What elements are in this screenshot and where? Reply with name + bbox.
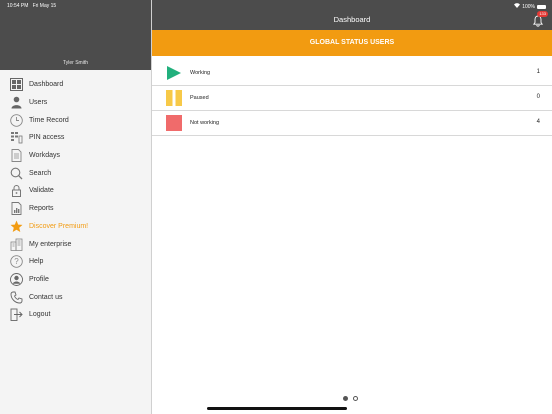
sidebar-item-my-enterprise[interactable]: My enterprise: [0, 235, 151, 253]
help-icon: ?: [10, 255, 23, 268]
sidebar-item-label: Search: [29, 169, 52, 177]
profile-icon: [10, 272, 23, 286]
sidebar-item-label: My enterprise: [29, 240, 72, 248]
status-row-working[interactable]: Working 1: [152, 61, 552, 86]
status-bar-right: 100%: [514, 3, 546, 10]
keypad-icon: [10, 131, 23, 144]
main-content: 100% Dashboard 133 GLOBAL STATUS USERS W…: [152, 0, 552, 414]
sidebar-item-label: PIN access: [29, 134, 65, 142]
sidebar-item-label: Time Record: [29, 116, 69, 124]
page-title: Dashboard: [333, 15, 371, 24]
status-count: 4: [536, 119, 540, 125]
lock-icon: [10, 184, 23, 198]
sidebar-item-help[interactable]: ? Help: [0, 253, 151, 271]
sidebar-item-profile[interactable]: Profile: [0, 271, 151, 289]
sidebar-item-reports[interactable]: Reports: [0, 200, 151, 218]
phone-icon: [10, 291, 23, 304]
sidebar-item-workdays[interactable]: Workdays: [0, 147, 151, 165]
user-icon: [10, 96, 23, 109]
sidebar-item-label: Profile: [29, 275, 49, 283]
search-icon: [10, 167, 23, 180]
sidebar-item-dashboard[interactable]: Dashboard: [0, 76, 151, 94]
top-bar: 100% Dashboard 133: [152, 0, 552, 30]
status-banner: GLOBAL STATUS USERS: [152, 30, 552, 56]
sidebar-header: 10:54 PM Fri May 15 Tyler Smith: [0, 0, 151, 70]
sidebar-item-label: Help: [29, 258, 44, 266]
user-name: Tyler Smith: [62, 60, 88, 66]
sidebar-item-users[interactable]: Users: [0, 94, 151, 112]
sidebar-item-label: Contact us: [29, 293, 63, 301]
page-indicator: [343, 396, 358, 401]
sidebar-item-validate[interactable]: Validate: [0, 182, 151, 200]
sidebar-item-label: Dashboard: [29, 81, 64, 89]
svg-text:?: ?: [14, 257, 19, 266]
clock-icon: [10, 113, 23, 127]
document-icon: [10, 149, 23, 163]
battery-icon: [537, 4, 546, 9]
sidebar-item-discover-premium[interactable]: Discover Premium!: [0, 218, 151, 236]
sidebar-item-search[interactable]: Search: [0, 164, 151, 182]
sidebar-item-label: Reports: [29, 205, 54, 213]
status-time: 10:54 PM: [7, 3, 29, 9]
sidebar-item-label: Logout: [29, 311, 51, 319]
dashboard-icon: [10, 78, 23, 92]
status-count: 0: [536, 94, 540, 100]
banner-title: GLOBAL STATUS USERS: [309, 39, 395, 46]
status-label: Working: [190, 70, 211, 76]
sidebar: 10:54 PM Fri May 15 Tyler Smith Dashboar…: [0, 0, 151, 414]
status-count: 1: [536, 69, 540, 75]
sidebar-item-contact-us[interactable]: Contact us: [0, 288, 151, 306]
home-indicator[interactable]: [207, 407, 347, 410]
star-icon: [10, 220, 23, 233]
sidebar-item-label: Workdays: [29, 152, 60, 160]
sidebar-item-label: Discover Premium!: [29, 222, 89, 230]
stop-icon: [166, 115, 182, 131]
sidebar-item-label: Users: [29, 99, 48, 107]
status-label: Not working: [190, 120, 220, 126]
battery-level: 100%: [522, 3, 535, 10]
sidebar-item-logout[interactable]: Logout: [0, 306, 151, 324]
sidebar-menu: Dashboard Users Time Record PIN access W…: [0, 76, 151, 324]
status-bar-left: 10:54 PM Fri May 15: [7, 3, 56, 9]
status-date: Fri May 15: [32, 3, 57, 9]
play-icon: [166, 65, 182, 81]
notification-badge: 133: [537, 11, 548, 17]
status-label: Paused: [190, 95, 209, 101]
logout-icon: [10, 308, 23, 322]
page-dot-2[interactable]: [353, 396, 358, 401]
status-row-not-working[interactable]: Not working 4: [152, 111, 552, 136]
building-icon: [10, 238, 23, 251]
sidebar-item-pin-access[interactable]: PIN access: [0, 129, 151, 147]
wifi-icon: [514, 3, 521, 10]
report-icon: [10, 202, 23, 216]
status-row-paused[interactable]: Paused 0: [152, 86, 552, 111]
page-dot-1[interactable]: [343, 396, 348, 401]
sidebar-item-label: Validate: [29, 187, 54, 195]
pause-icon: [166, 90, 182, 106]
sidebar-item-time-record[interactable]: Time Record: [0, 111, 151, 129]
